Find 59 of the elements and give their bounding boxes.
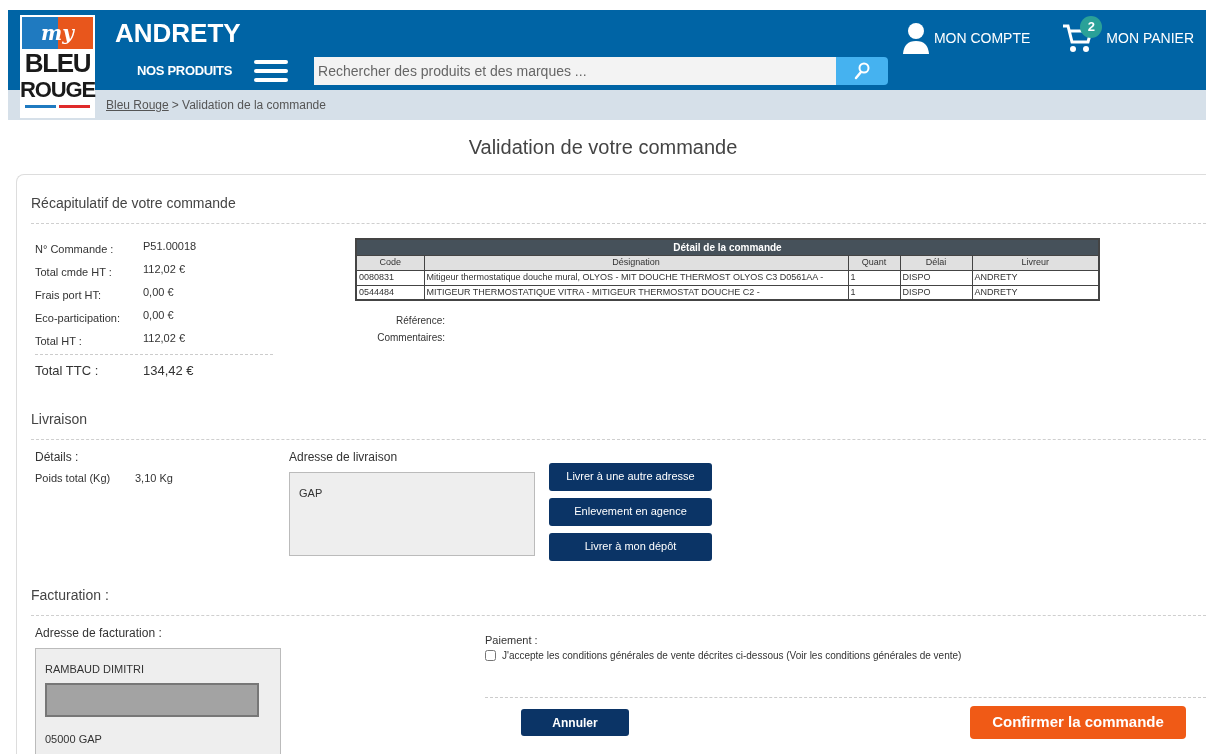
user-icon	[901, 22, 930, 54]
table-cell: 1	[848, 285, 900, 300]
page-title: Validation de votre commande	[468, 136, 738, 158]
table-cell: MITIGEUR THERMOSTATIQUE VITRA - MITIGEUR THERMOSTAT DOUCHE C2 -	[424, 285, 848, 300]
delivery-option-button[interactable]: Livrer à mon dépôt	[549, 532, 712, 561]
breadcrumb-current: > Validation de la commande	[171, 97, 326, 114]
weight-value: 3,10 Kg	[135, 470, 173, 486]
comments-label: Commentaires:	[377, 331, 445, 345]
table-cell: 1	[848, 270, 900, 285]
summary-value: 112,02 €	[143, 262, 185, 277]
search-field[interactable]: Rechercher des produits et des marques ...	[314, 57, 837, 85]
summary-value: 112,02 €	[143, 331, 185, 346]
section-title: Livraison	[31, 410, 88, 427]
details-label: Détails :	[35, 448, 80, 466]
delivery-option-button[interactable]: Livrer à une autre adresse	[549, 462, 712, 491]
summary-value: P51.00018	[143, 239, 197, 254]
billing-city: 05000 GAP	[45, 732, 103, 747]
table-cell: DISPO	[900, 285, 972, 300]
table-cell: DISPO	[900, 270, 972, 285]
terms-label: J'accepte les conditions générales de vente décrites ci-dessous (Voir les conditions générales de vente)	[502, 649, 962, 663]
delivery-address-box: GAP	[289, 471, 535, 556]
total-value: 134,42 €	[143, 362, 194, 380]
terms-checkbox[interactable]	[485, 650, 496, 661]
search-button[interactable]	[836, 57, 889, 85]
breadcrumb-link[interactable]: Bleu Rouge	[106, 96, 169, 114]
weight-label: Poids total (Kg)	[35, 470, 112, 486]
summary-value: 0,00 €	[143, 308, 174, 323]
summary-value: 0,00 €	[143, 285, 174, 300]
section-title: Facturation :	[31, 586, 109, 603]
summary-label: Frais port HT:	[35, 288, 102, 303]
table-cell: Mitigeur thermostatique douche mural, OLYOS - MIT DOUCHE THERMOST OLYOS C3 D0561AA -	[424, 270, 848, 285]
cart-count-badge: 2	[1080, 16, 1103, 38]
column-header: Désignation	[424, 255, 848, 270]
billing-name: RAMBAUD DIMITRI	[45, 661, 145, 677]
column-header: Livreur	[972, 255, 1099, 270]
reference-label: Référence:	[396, 314, 445, 328]
column-header: Délai	[900, 255, 972, 270]
table-cell: 0544484	[356, 285, 424, 300]
total-label: Total TTC :	[35, 362, 100, 380]
summary-label: Total cmde HT :	[35, 265, 113, 280]
section-title: Récapitulatif de votre commande	[31, 195, 236, 211]
summary-label: N° Commande :	[35, 242, 115, 257]
payment-label: Paiement :	[485, 632, 539, 648]
address-label: Adresse de livraison	[289, 448, 399, 466]
column-header: Code	[356, 255, 424, 270]
menu-icon[interactable]	[254, 60, 289, 82]
store-name: ANDRETY	[115, 17, 242, 50]
summary-label: Total HT :	[35, 334, 83, 349]
delivery-option-button[interactable]: Enlevement en agence	[549, 497, 712, 526]
search-icon	[854, 62, 871, 80]
products-menu[interactable]: NOS PRODUITS	[115, 61, 233, 81]
logo[interactable]: my BLEU ROUGE	[20, 15, 95, 118]
table-cell: 0080831	[356, 270, 424, 285]
table-title: Détail de la commande	[356, 239, 1099, 256]
column-header: Quant	[848, 255, 900, 270]
account-link[interactable]: MON COMPTE	[901, 22, 1031, 54]
cancel-button[interactable]: Annuler	[521, 709, 629, 736]
billing-address-label: Adresse de facturation :	[35, 624, 163, 642]
summary-label: Eco-participation:	[35, 311, 121, 326]
